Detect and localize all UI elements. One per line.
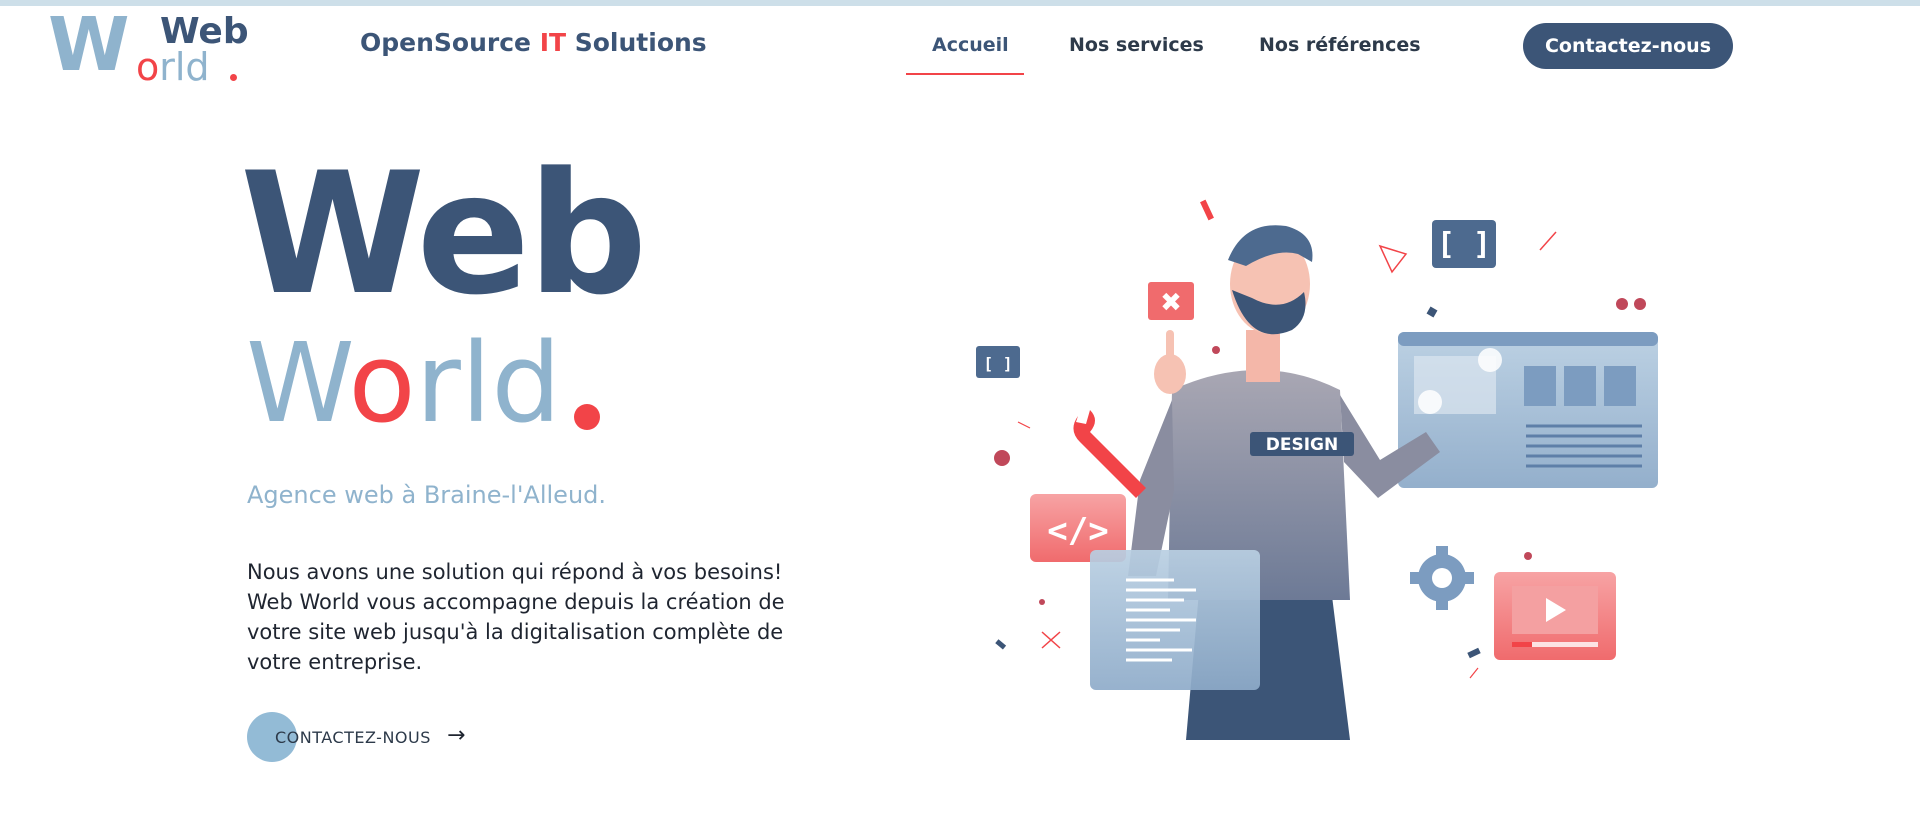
logo-o-letter: o (136, 45, 160, 89)
dot-decoration (1039, 599, 1045, 605)
man-finger (1166, 330, 1174, 370)
line-decoration (1469, 667, 1479, 679)
confetti (1467, 647, 1481, 659)
hero-title-dot (574, 404, 600, 430)
dot-decoration (994, 450, 1010, 466)
hero-title-web: Web (240, 136, 648, 332)
wrench-icon (1073, 410, 1146, 498)
triangle-decoration (1378, 244, 1408, 274)
hero-contact-label: CONTACTEZ-NOUS (275, 728, 431, 747)
hero-subtitle: Agence web à Braine-l'Alleud. (247, 481, 607, 509)
logo-w-letter: W (48, 2, 130, 88)
site-tagline: OpenSource IT Solutions (360, 28, 707, 57)
browser-circle (1478, 348, 1502, 372)
close-icon: ✖ (1160, 288, 1182, 318)
browser-column (1524, 366, 1556, 406)
browser-column (1604, 366, 1636, 406)
dot-decoration (1616, 298, 1628, 310)
line-decoration (1017, 421, 1031, 429)
hero-world-w: W (246, 319, 349, 447)
hero-contact-button[interactable]: CONTACTEZ-NOUS → (247, 712, 487, 762)
browser-titlebar (1398, 332, 1658, 346)
browser-column (1564, 366, 1596, 406)
hero-title-world: World (246, 328, 561, 438)
site-logo[interactable]: W Web orld (48, 8, 249, 86)
arrow-right-icon: → (447, 723, 466, 748)
code-tag-text: </> (1047, 511, 1108, 551)
tagline-it: IT (539, 28, 567, 57)
nav-item-references[interactable]: Nos références (1259, 34, 1421, 56)
dot-decoration (1212, 346, 1220, 354)
shirt-design-text: DESIGN (1266, 435, 1338, 455)
line-decoration (1539, 231, 1557, 251)
small-brackets-text: [ ] (984, 354, 1013, 373)
developer-illustration: [ ] [ ] DESIGN ✖ </> (976, 199, 1658, 740)
confetti (1200, 199, 1214, 221)
confetti (1426, 306, 1438, 318)
gear-icon (1410, 546, 1474, 610)
hero-world-o: o (348, 319, 416, 447)
tagline-solutions: Solutions (566, 28, 707, 57)
logo-dot (230, 74, 237, 81)
nav-item-services[interactable]: Nos services (1069, 34, 1204, 56)
logo-rld-letters: rld (159, 45, 210, 89)
video-progress-fill (1512, 642, 1532, 647)
dot-decoration (1634, 298, 1646, 310)
hero-description: Nous avons une solution qui répond à vos… (247, 560, 785, 674)
nav-active-underline (906, 73, 1024, 75)
logo-orld-text: orld (136, 48, 210, 86)
tagline-opensource: OpenSource (360, 28, 540, 57)
cross-decoration (1041, 631, 1061, 649)
nav-item-accueil[interactable]: Accueil (932, 34, 1009, 56)
hero-world-rld: rld (415, 319, 562, 447)
browser-circle (1418, 390, 1442, 414)
confetti (995, 639, 1007, 650)
dot-decoration (1524, 552, 1532, 560)
brackets-text: [ ] (1437, 227, 1491, 262)
top-accent-bar (0, 0, 1920, 6)
man-neck (1246, 330, 1280, 382)
contact-button[interactable]: Contactez-nous (1523, 23, 1733, 69)
